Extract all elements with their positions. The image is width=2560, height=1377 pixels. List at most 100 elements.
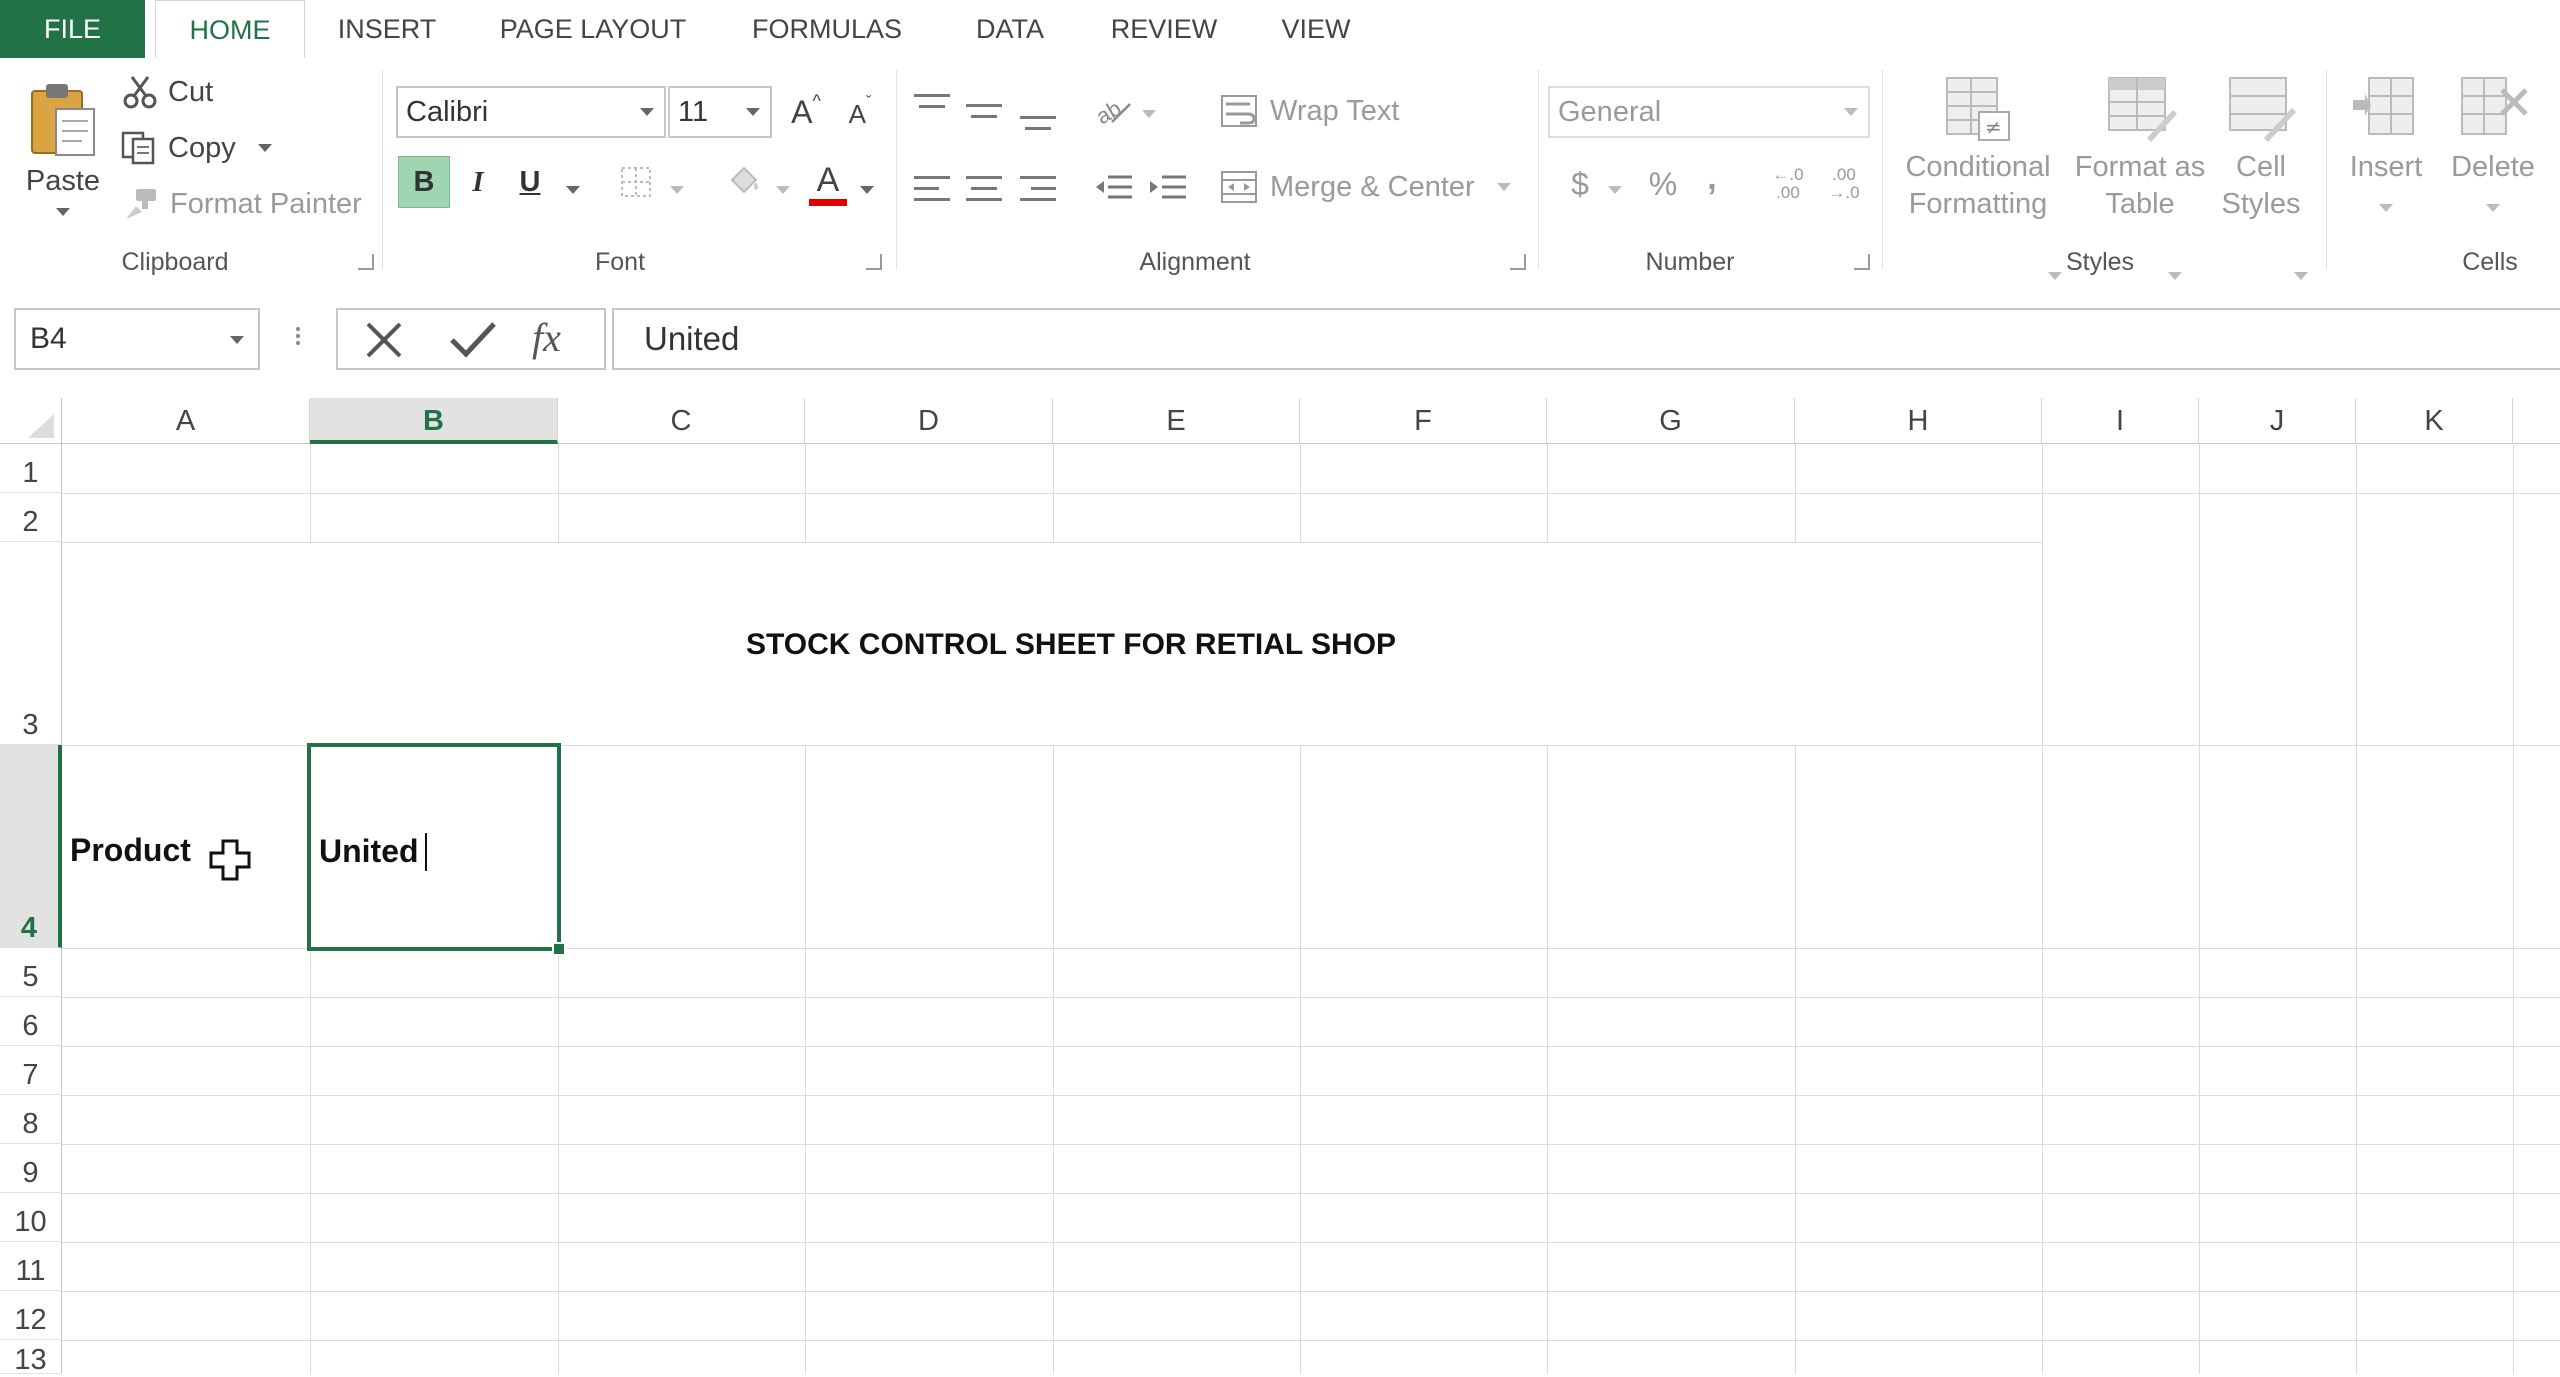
align-center-icon[interactable] <box>966 176 1002 209</box>
italic-button[interactable]: I <box>458 156 498 208</box>
increase-decimal-button[interactable]: ←.0 .00 <box>1766 162 1810 206</box>
fill-handle[interactable] <box>552 942 566 956</box>
align-right-icon[interactable] <box>1020 176 1056 209</box>
row-header-9[interactable]: 9 <box>0 1144 62 1193</box>
decrease-indent-button[interactable] <box>1094 168 1134 208</box>
formula-bar-grip-icon[interactable] <box>296 324 302 358</box>
cell-styles-button[interactable]: Cell Styles <box>2206 72 2316 242</box>
row-header-12[interactable]: 12 <box>0 1291 62 1340</box>
wrap-text-button[interactable]: Wrap Text <box>1220 88 1399 134</box>
format-as-table-dropdown-icon[interactable] <box>2168 272 2182 280</box>
column-header-g[interactable]: G <box>1547 398 1795 444</box>
cell-styles-dropdown-icon[interactable] <box>2294 272 2308 280</box>
active-cell-b4[interactable]: United <box>307 743 561 951</box>
merge-center-button[interactable]: Merge & Center <box>1220 164 1511 210</box>
borders-button[interactable] <box>616 162 656 202</box>
column-header-e[interactable]: E <box>1053 398 1300 444</box>
bottom-align-icon[interactable] <box>1020 116 1056 138</box>
row-header-5[interactable]: 5 <box>0 948 62 997</box>
check-icon[interactable] <box>448 320 498 360</box>
tab-insert[interactable]: INSERT <box>322 0 452 58</box>
font-size-dropdown-icon[interactable] <box>746 108 760 116</box>
delete-cells-dropdown-icon[interactable] <box>2486 204 2500 212</box>
grow-font-button[interactable]: A ^ <box>786 88 826 136</box>
number-format-dropdown-icon[interactable] <box>1844 108 1858 116</box>
fill-color-dropdown-icon[interactable] <box>776 186 790 194</box>
font-name-combo[interactable]: Calibri <box>396 86 666 138</box>
orientation-dropdown-icon[interactable] <box>1142 110 1156 118</box>
underline-button[interactable]: U <box>510 156 550 208</box>
tab-page-layout[interactable]: PAGE LAYOUT <box>488 0 698 58</box>
clipboard-dialog-launcher-icon[interactable] <box>358 254 374 270</box>
row-header-11[interactable]: 11 <box>0 1242 62 1291</box>
fill-color-button[interactable] <box>722 158 766 206</box>
column-header-f[interactable]: F <box>1300 398 1547 444</box>
row-header-1[interactable]: 1 <box>0 444 62 493</box>
column-header-i[interactable]: I <box>2042 398 2199 444</box>
row-header-7[interactable]: 7 <box>0 1046 62 1095</box>
paste-button[interactable]: Paste <box>18 72 108 222</box>
row-header-6[interactable]: 6 <box>0 997 62 1046</box>
column-header-b[interactable]: B <box>310 398 558 444</box>
column-header-k[interactable]: K <box>2356 398 2513 444</box>
currency-dropdown-icon[interactable] <box>1608 186 1622 194</box>
number-format-combo[interactable]: General <box>1548 86 1870 138</box>
cut-button[interactable]: Cut <box>122 70 213 114</box>
tab-home[interactable]: HOME <box>155 0 305 58</box>
row-header-2[interactable]: 2 <box>0 493 62 542</box>
x-icon[interactable] <box>362 320 406 360</box>
format-painter-button[interactable]: Format Painter <box>122 182 362 226</box>
number-dialog-launcher-icon[interactable] <box>1854 254 1870 270</box>
font-dialog-launcher-icon[interactable] <box>866 254 882 270</box>
font-color-swatch <box>809 198 847 206</box>
shrink-font-button[interactable]: A ˇ <box>840 92 880 136</box>
row-header-10[interactable]: 10 <box>0 1193 62 1242</box>
column-header-a[interactable]: A <box>62 398 310 444</box>
tab-formulas[interactable]: FORMULAS <box>742 0 912 58</box>
copy-button[interactable]: Copy <box>120 126 272 170</box>
increase-indent-button[interactable] <box>1148 168 1188 208</box>
name-box-dropdown-icon[interactable] <box>230 336 244 344</box>
column-header-h[interactable]: H <box>1795 398 2042 444</box>
tab-review[interactable]: REVIEW <box>1102 0 1226 58</box>
row-header-8[interactable]: 8 <box>0 1095 62 1144</box>
conditional-formatting-button[interactable]: ≠ Conditional Formatting <box>1892 72 2064 242</box>
percent-button[interactable]: % <box>1640 162 1686 206</box>
tab-data[interactable]: DATA <box>960 0 1060 58</box>
alignment-dialog-launcher-icon[interactable] <box>1510 254 1526 270</box>
select-all-button[interactable] <box>0 398 62 444</box>
merge-center-dropdown-icon[interactable] <box>1496 183 1511 191</box>
column-header-j[interactable]: J <box>2199 398 2356 444</box>
tab-view[interactable]: VIEW <box>1266 0 1366 58</box>
insert-cells-dropdown-icon[interactable] <box>2379 204 2393 212</box>
copy-dropdown-icon[interactable] <box>257 144 272 152</box>
borders-dropdown-icon[interactable] <box>670 186 684 194</box>
font-size-combo[interactable]: 11 <box>668 86 772 138</box>
bold-button[interactable]: B <box>398 156 450 208</box>
format-as-table-button[interactable]: Format as Table <box>2070 72 2210 242</box>
row-header-13[interactable]: 13 <box>0 1340 62 1376</box>
font-color-button[interactable]: A <box>804 156 852 212</box>
tab-file[interactable]: FILE <box>0 0 145 58</box>
underline-dropdown-icon[interactable] <box>566 186 580 194</box>
insert-cells-button[interactable]: Insert <box>2336 72 2436 242</box>
row-header-4[interactable]: 4 <box>0 745 62 948</box>
align-left-icon[interactable] <box>914 176 950 209</box>
delete-cells-button[interactable]: Delete <box>2438 72 2548 242</box>
column-header-d[interactable]: D <box>805 398 1053 444</box>
currency-button[interactable]: $ <box>1560 162 1600 206</box>
insert-function-icon[interactable]: fx <box>532 314 561 361</box>
orientation-button[interactable]: ab <box>1094 90 1134 130</box>
formula-input[interactable]: United <box>612 308 2560 370</box>
decrease-decimal-button[interactable]: .00 →.0 <box>1822 162 1866 206</box>
column-header-c[interactable]: C <box>558 398 805 444</box>
row-header-3[interactable]: 3 <box>0 542 62 745</box>
name-box[interactable]: B4 <box>14 308 260 370</box>
column-header-next[interactable] <box>2513 398 2560 444</box>
comma-button[interactable]: , <box>1694 156 1730 200</box>
font-color-dropdown-icon[interactable] <box>860 186 874 194</box>
paste-dropdown-icon[interactable] <box>56 207 70 216</box>
top-align-icon[interactable] <box>914 94 950 116</box>
middle-align-icon[interactable] <box>966 104 1002 126</box>
font-name-dropdown-icon[interactable] <box>640 108 654 116</box>
